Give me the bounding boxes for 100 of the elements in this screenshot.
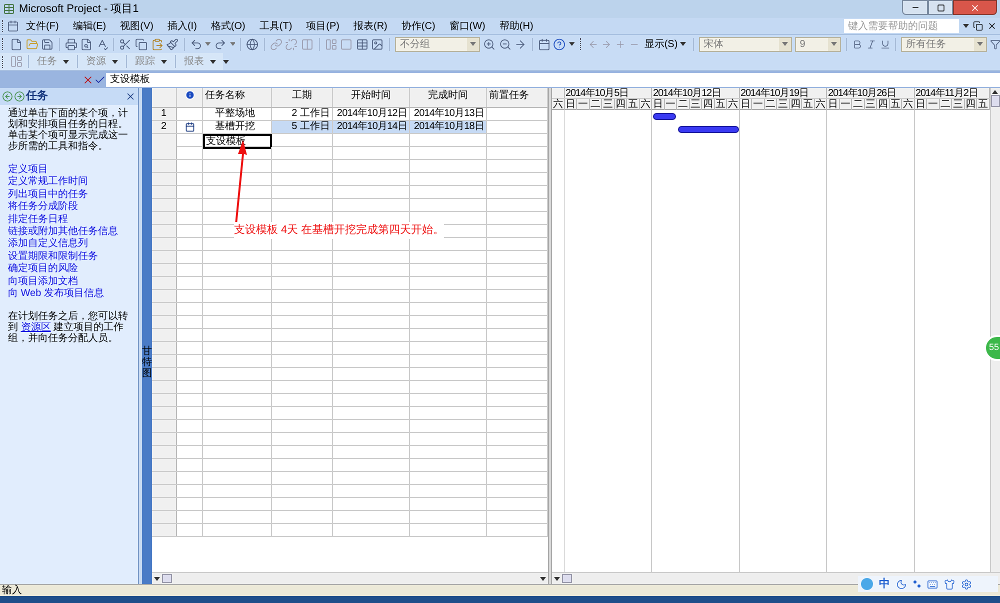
spelling-icon[interactable]: [96, 38, 108, 50]
row-header[interactable]: [152, 407, 177, 419]
undo-icon[interactable]: [190, 38, 202, 50]
unlink-icon[interactable]: [285, 38, 298, 50]
filter-combo[interactable]: 所有任务: [901, 36, 986, 52]
font-size-combo[interactable]: 9: [794, 36, 842, 52]
row-header[interactable]: [152, 225, 177, 237]
row-header[interactable]: [152, 160, 177, 172]
row-header[interactable]: [152, 459, 177, 471]
new-file-icon[interactable]: [10, 38, 23, 50]
paste-icon[interactable]: [150, 38, 164, 50]
row-header[interactable]: [152, 212, 177, 224]
keyboard-icon[interactable]: [927, 578, 938, 590]
column-header[interactable]: 开始时间: [333, 88, 410, 107]
row-header[interactable]: [152, 524, 177, 536]
row-header[interactable]: [152, 433, 177, 445]
settings-icon[interactable]: [961, 578, 972, 590]
menu-item[interactable]: 报表(R): [346, 18, 394, 34]
row-header[interactable]: [152, 199, 177, 211]
row-header[interactable]: [152, 420, 177, 432]
toolbar-grip[interactable]: [2, 20, 5, 32]
pane-link[interactable]: 链接或附加其他任务信息: [8, 226, 130, 238]
print-preview-icon[interactable]: [80, 38, 93, 50]
menu-item[interactable]: 协作(C): [394, 18, 442, 34]
close-button[interactable]: [953, 0, 997, 15]
calendar-icon[interactable]: [538, 38, 550, 50]
toolbar-grip[interactable]: [2, 38, 5, 50]
column-header[interactable]: 任务名称: [203, 88, 272, 107]
toolbar-grip[interactable]: [2, 56, 5, 68]
row-header[interactable]: [152, 303, 177, 315]
menu-item[interactable]: 插入(I): [160, 18, 204, 34]
group-combo[interactable]: 不分组: [394, 36, 480, 52]
row-header[interactable]: [152, 446, 177, 458]
help-search-field[interactable]: 键入需要帮助的问题: [844, 19, 959, 33]
font-combo[interactable]: 宋体: [698, 36, 792, 52]
italic-icon[interactable]: [866, 38, 877, 50]
row-header[interactable]: [152, 316, 177, 328]
pane-link[interactable]: 添加自定义信息列: [8, 238, 130, 251]
scissors-icon[interactable]: [119, 38, 132, 50]
pane-link[interactable]: 列出项目中的任务: [8, 188, 130, 202]
resource-link[interactable]: 资源区: [20, 322, 51, 334]
menu-item[interactable]: 格式(O): [204, 18, 252, 34]
close-icon[interactable]: [987, 21, 997, 31]
scroll-thumb[interactable]: [990, 95, 1000, 107]
restore-icon[interactable]: [973, 21, 983, 31]
punctuation-icon[interactable]: [913, 579, 921, 589]
pane-link[interactable]: 向项目添加文档: [8, 276, 130, 288]
row-header[interactable]: [152, 342, 177, 354]
row-header[interactable]: [152, 290, 177, 302]
show-button[interactable]: 显示(S): [642, 36, 688, 52]
globe-icon[interactable]: [246, 38, 259, 50]
table-icon[interactable]: [356, 38, 368, 50]
filter-icon[interactable]: [990, 38, 1000, 50]
row-header[interactable]: [152, 264, 177, 276]
cancel-icon[interactable]: [82, 74, 94, 86]
row-header[interactable]: 1: [152, 108, 177, 120]
pane-link[interactable]: 将任务分成阶段: [8, 201, 130, 214]
redo-icon[interactable]: [214, 38, 227, 50]
pane-link[interactable]: 设置期限和限制任务: [8, 250, 130, 264]
toolbar-grip[interactable]: [580, 38, 583, 50]
menu-item[interactable]: 视图(V): [113, 18, 160, 34]
help-icon[interactable]: [553, 38, 566, 50]
row-header[interactable]: [152, 381, 177, 393]
pane-link[interactable]: 向 Web 发布项目信息: [8, 288, 130, 300]
vertical-scrollbar[interactable]: [990, 88, 1000, 572]
task-info-icon[interactable]: [324, 38, 338, 50]
maximize-button[interactable]: [928, 0, 953, 15]
row-header[interactable]: [152, 277, 177, 289]
paintbrush-icon[interactable]: [166, 38, 179, 50]
scroll-thumb[interactable]: [562, 574, 572, 583]
menu-item[interactable]: 帮助(H): [492, 18, 540, 34]
task-pane-icon[interactable]: [10, 55, 23, 68]
ime-mode[interactable]: 中: [879, 576, 890, 592]
zoom-out-icon[interactable]: [498, 38, 512, 50]
close-icon[interactable]: [125, 91, 136, 102]
row-header[interactable]: [152, 368, 177, 380]
menu-item[interactable]: 编辑(E): [66, 18, 114, 34]
back-icon[interactable]: [2, 91, 13, 102]
save-icon[interactable]: [41, 38, 54, 50]
row-header[interactable]: [152, 251, 177, 263]
scroll-to-task-icon[interactable]: [514, 38, 527, 50]
check-icon[interactable]: [94, 74, 106, 86]
copy-icon[interactable]: [134, 38, 148, 50]
task-bar[interactable]: [653, 113, 676, 120]
menu-item[interactable]: 窗口(W): [442, 18, 492, 34]
printer-icon[interactable]: [64, 38, 78, 50]
underline-icon[interactable]: [880, 38, 890, 50]
row-header[interactable]: [152, 186, 177, 198]
row-header[interactable]: [152, 329, 177, 341]
row-header[interactable]: [152, 472, 177, 484]
row-header[interactable]: [152, 173, 177, 185]
moon-icon[interactable]: [896, 578, 907, 590]
row-header[interactable]: [152, 485, 177, 497]
plus-icon[interactable]: [615, 38, 626, 50]
forward-icon[interactable]: [14, 91, 25, 102]
row-header[interactable]: [152, 394, 177, 406]
split-icon[interactable]: [301, 38, 314, 50]
pane-link[interactable]: 排定任务日程: [8, 214, 130, 226]
row-header[interactable]: [152, 511, 177, 523]
pane-link[interactable]: 定义常规工作时间: [8, 176, 130, 189]
